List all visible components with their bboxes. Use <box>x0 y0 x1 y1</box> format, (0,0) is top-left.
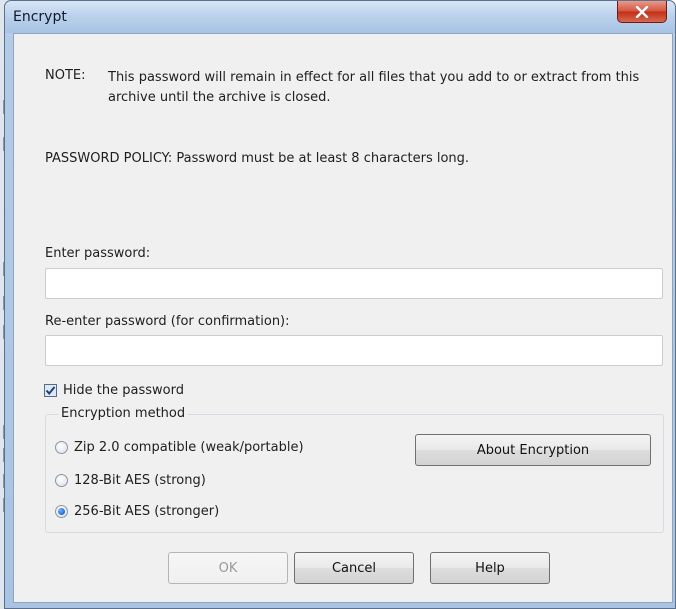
about-encryption-button[interactable]: About Encryption <box>415 434 651 466</box>
radio-zip20[interactable]: Zip 2.0 compatible (weak/portable) <box>55 440 304 455</box>
close-icon <box>635 5 649 18</box>
radio-aes256[interactable]: 256-Bit AES (stronger) <box>55 504 219 519</box>
password-input[interactable] <box>45 268 663 299</box>
close-button[interactable] <box>617 1 667 23</box>
checkmark-icon <box>45 386 56 396</box>
confirm-password-label: Re-enter password (for confirmation): <box>45 314 290 329</box>
confirm-password-input[interactable] <box>45 335 663 366</box>
encrypt-dialog: Encrypt NOTE: This password will remain … <box>4 0 676 609</box>
hide-password-label: Hide the password <box>63 383 184 398</box>
hide-password-checkbox[interactable]: Hide the password <box>44 383 184 398</box>
encryption-method-legend: Encryption method <box>58 406 189 421</box>
note-label: NOTE: <box>45 68 86 83</box>
password-policy-text: PASSWORD POLICY: Password must be at lea… <box>45 151 470 166</box>
radio-aes256-label: 256-Bit AES (stronger) <box>74 504 220 519</box>
radio-aes128-label: 128-Bit AES (strong) <box>74 473 206 488</box>
ok-button[interactable]: OK <box>168 552 288 584</box>
checkbox-box[interactable] <box>44 384 57 397</box>
radio-button[interactable] <box>55 474 68 487</box>
password-label: Enter password: <box>45 246 151 261</box>
radio-zip20-label: Zip 2.0 compatible (weak/portable) <box>74 440 304 455</box>
radio-button-selected[interactable] <box>55 505 68 518</box>
title-bar[interactable]: Encrypt <box>5 1 675 33</box>
cancel-button[interactable]: Cancel <box>294 552 414 584</box>
dialog-title: Encrypt <box>13 9 67 25</box>
radio-button[interactable] <box>55 441 68 454</box>
help-button[interactable]: Help <box>430 552 550 584</box>
radio-aes128[interactable]: 128-Bit AES (strong) <box>55 473 206 488</box>
dialog-content: NOTE: This password will remain in effec… <box>13 33 673 603</box>
note-text: This password will remain in effect for … <box>108 70 640 105</box>
radio-selected-dot <box>58 508 65 515</box>
